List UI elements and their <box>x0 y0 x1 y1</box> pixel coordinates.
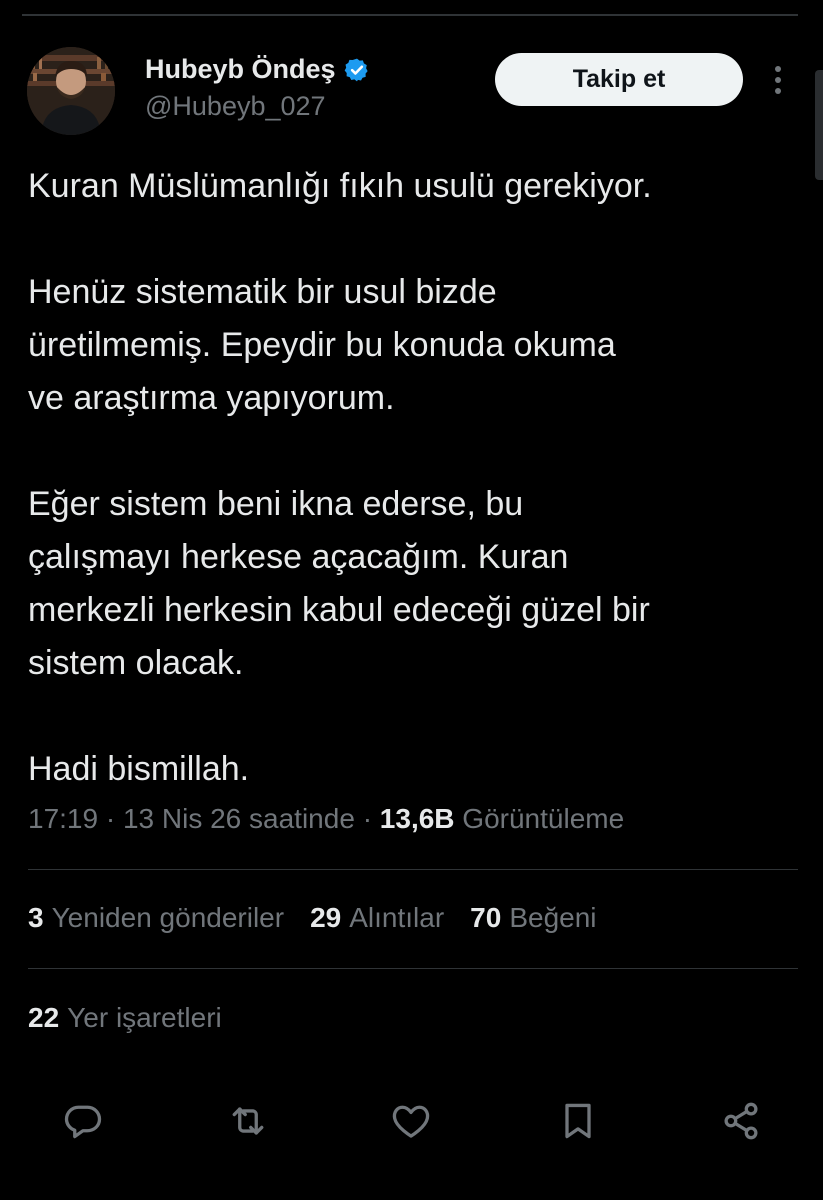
share-button[interactable] <box>717 1097 765 1145</box>
tweet-date[interactable]: 13 Nis 26 saatinde <box>123 803 355 834</box>
quotes-label: Alıntılar <box>349 902 445 933</box>
bookmarks-stat[interactable]: 22 Yer işaretleri <box>28 1002 222 1034</box>
repost-icon <box>232 1107 264 1135</box>
likes-label: Beğeni <box>509 902 597 933</box>
bookmark-icon <box>565 1103 591 1139</box>
views-count: 13,6B <box>379 803 455 834</box>
tweet-paragraph: Henüz sistematik bir usul bizde üretilme… <box>28 273 616 417</box>
tweet-paragraph: Hadi bismillah. <box>28 750 250 788</box>
meta-separator: · <box>105 803 116 834</box>
more-vertical-icon[interactable] <box>766 62 790 98</box>
like-button[interactable] <box>387 1097 435 1145</box>
author-name[interactable]: Hubeyb Öndeş <box>145 54 336 85</box>
reposts-label: Yeniden gönderiler <box>51 902 285 933</box>
tweet-time[interactable]: 17:19 <box>28 803 98 834</box>
bookmark-button[interactable] <box>554 1097 602 1145</box>
quotes-stat[interactable]: 29 Alıntılar <box>310 902 444 934</box>
bookmarks-label: Yer işaretleri <box>67 1002 222 1033</box>
heart-icon <box>392 1105 430 1138</box>
likes-stat[interactable]: 70 Beğeni <box>470 902 596 934</box>
top-divider <box>22 14 798 16</box>
avatar[interactable] <box>27 47 115 135</box>
tweet-meta: 17:19 · 13 Nis 26 saatinde · 13,6B Görün… <box>28 803 624 835</box>
divider <box>28 869 798 870</box>
bookmarks-count: 22 <box>28 1002 60 1033</box>
likes-count: 70 <box>470 902 502 933</box>
reply-button[interactable] <box>59 1097 107 1145</box>
tweet-paragraph: Eğer sistem beni ikna ederse, bu çalışma… <box>28 485 650 682</box>
share-icon <box>724 1102 758 1140</box>
author-handle[interactable]: @Hubeyb_027 <box>145 91 326 122</box>
divider <box>28 968 798 969</box>
reposts-stat[interactable]: 3 Yeniden gönderiler <box>28 902 284 934</box>
verified-badge-icon <box>344 58 368 81</box>
follow-button[interactable]: Takip et <box>495 53 743 106</box>
reposts-count: 3 <box>28 902 44 933</box>
repost-button[interactable] <box>224 1097 272 1145</box>
views-label: Görüntüleme <box>462 803 625 834</box>
engagement-stats: 3 Yeniden gönderiler 29 Alıntılar 70 Beğeni <box>28 902 623 934</box>
tweet-paragraph: Kuran Müslümanlığı fıkıh usulü gerekiyor… <box>28 167 652 205</box>
meta-separator: · <box>362 803 373 834</box>
tweet-text: Kuran Müslümanlığı fıkıh usulü gerekiyor… <box>28 160 798 796</box>
scrollbar[interactable] <box>815 70 823 180</box>
author-name-row[interactable]: Hubeyb Öndeş <box>145 54 370 85</box>
quotes-count: 29 <box>310 902 342 933</box>
avatar-image <box>27 47 115 135</box>
reply-icon <box>64 1105 102 1139</box>
